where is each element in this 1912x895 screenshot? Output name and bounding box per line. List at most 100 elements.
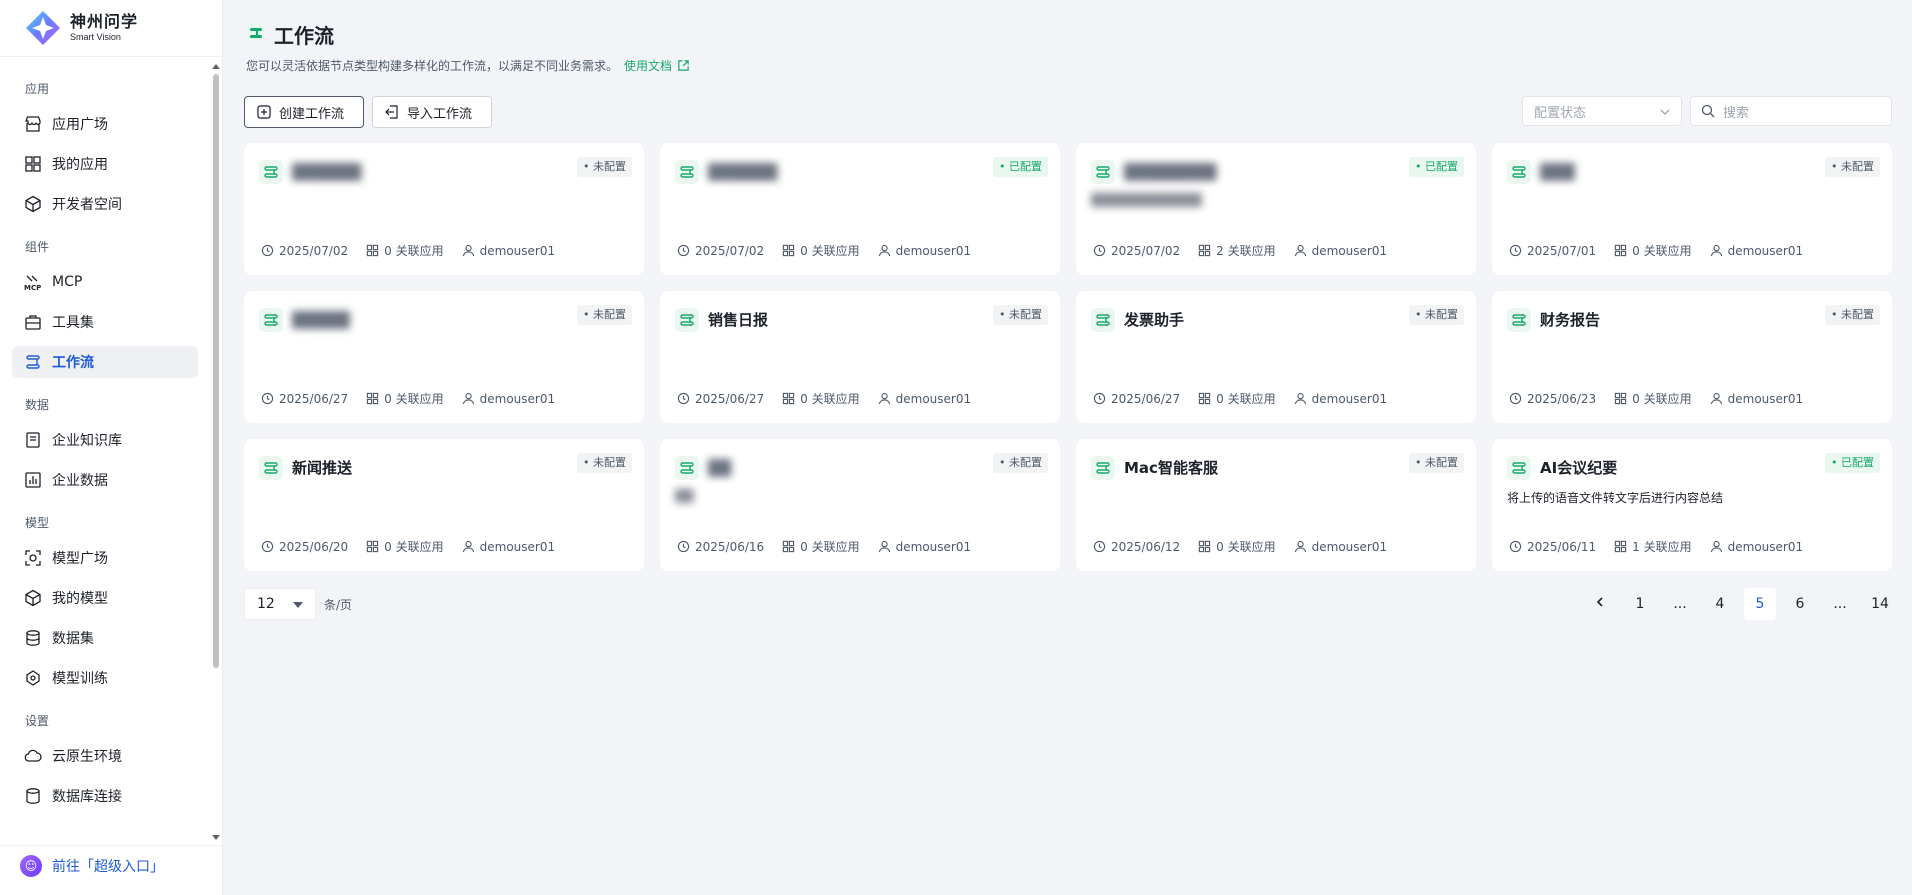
workflow-name: 销售日报	[708, 311, 769, 329]
workflow-meta: 2025/06/20 0 关联应用 demouser01	[261, 538, 573, 555]
main-content: 工作流 您可以灵活依据节点类型构建多样化的工作流，以满足不同业务需求。 使用文档…	[224, 0, 1912, 895]
apps-icon	[367, 540, 379, 553]
page-ellipsis[interactable]: ...	[1664, 588, 1696, 620]
workflow-card[interactable]: AI会议纪要 将上传的语音文件转文字后进行内容总结 • 已配置 2025/06/11 1…	[1492, 439, 1892, 571]
sidebar-item-cloud[interactable]: 云原生环境	[12, 740, 198, 772]
page-ellipsis[interactable]: ...	[1824, 588, 1856, 620]
create-workflow-button[interactable]: 创建工作流	[244, 96, 364, 128]
workflow-meta: 2025/06/27 0 关联应用 demouser01	[261, 390, 573, 407]
workflow-card[interactable]: ██████ • 未配置 2025/07/02 0 关联应用 demouser01	[244, 143, 644, 275]
user-icon	[1710, 393, 1722, 405]
apps-icon	[367, 392, 379, 405]
meta-user: demouser01	[878, 244, 971, 258]
apps-icon	[367, 244, 379, 257]
sidebar-item-label: 工作流	[52, 355, 94, 371]
import-workflow-button[interactable]: 导入工作流	[372, 96, 492, 128]
meta-apps-text: 0 关联应用	[384, 540, 444, 554]
sidebar-item-database[interactable]: 数据集	[12, 622, 198, 654]
scroll-down-arrow-icon[interactable]	[212, 835, 220, 840]
workflow-card[interactable]: ████████ ████████████ • 已配置 2025/07/02 2 关联应…	[1076, 143, 1476, 275]
page-title: 工作流	[274, 24, 334, 48]
meta-date: 2025/06/27	[261, 392, 348, 406]
meta-apps: 0 关联应用	[782, 390, 860, 407]
page-size-select[interactable]: 12	[244, 588, 316, 620]
logo[interactable]: 神州问学 Smart Vision	[0, 0, 222, 57]
workflow-card[interactable]: 销售日报 • 未配置 2025/06/27 0 关联应用 demouser01	[660, 291, 1060, 423]
workflow-meta: 2025/06/23 0 关联应用 demouser01	[1509, 390, 1821, 407]
meta-date-text: 2025/07/01	[1527, 243, 1597, 258]
database-icon	[24, 629, 42, 647]
status-badge: • 未配置	[1825, 305, 1880, 325]
workflow-card[interactable]: 发票助手 • 未配置 2025/06/27 0 关联应用 demouser01	[1076, 291, 1476, 423]
sidebar-item-model-square[interactable]: 模型广场	[12, 542, 198, 574]
sidebar-item-book[interactable]: 企业知识库	[12, 424, 198, 456]
scroll-up-arrow-icon[interactable]	[212, 64, 220, 69]
external-link-icon	[678, 60, 689, 71]
workflow-meta: 2025/07/02 0 关联应用 demouser01	[677, 242, 989, 259]
sidebar-item-mcp[interactable]: MCP MCP	[12, 266, 198, 298]
meta-date-text: 2025/07/02	[1111, 243, 1181, 258]
sidebar-scrollbar[interactable]	[210, 58, 222, 844]
clock-icon	[261, 244, 274, 257]
workflow-card[interactable]: Mac智能客服 • 未配置 2025/06/12 0 关联应用 demouser01	[1076, 439, 1476, 571]
sidebar-item-grid[interactable]: 我的应用	[12, 148, 198, 180]
page-5[interactable]: 5	[1744, 588, 1776, 620]
nav-group: 数据 企业知识库 企业数据	[0, 394, 210, 496]
meta-apps: 0 关联应用	[1198, 538, 1276, 555]
workflow-icon	[259, 456, 283, 480]
mcp-icon: MCP	[24, 273, 42, 291]
meta-apps: 0 关联应用	[366, 390, 444, 407]
sidebar-item-store[interactable]: 应用广场	[12, 108, 198, 140]
nav-group: 组件 MCP MCP 工具集 工作流	[0, 236, 210, 378]
page-4[interactable]: 4	[1704, 588, 1736, 620]
meta-date: 2025/06/27	[677, 392, 764, 406]
sidebar-item-workflow[interactable]: 工作流	[12, 346, 198, 378]
workflow-icon	[1507, 308, 1531, 332]
sidebar-item-toolbox[interactable]: 工具集	[12, 306, 198, 338]
prev-page-button[interactable]	[1584, 588, 1616, 620]
sidebar-item-label: 企业数据	[52, 473, 108, 489]
sidebar-item-box[interactable]: 我的模型	[12, 582, 198, 614]
workflow-name: 发票助手	[1124, 311, 1185, 329]
meta-user-text: demouser01	[1311, 391, 1388, 406]
workflow-icon	[1507, 160, 1531, 184]
meta-apps-text: 0 关联应用	[800, 392, 860, 406]
doc-link-label: 使用文档	[624, 59, 673, 73]
next-page-button[interactable]	[1904, 588, 1912, 620]
meta-date-text: 2025/06/20	[279, 539, 349, 554]
grid-icon	[24, 155, 42, 173]
sidebar-item-chart[interactable]: 企业数据	[12, 464, 198, 496]
apps-icon	[1199, 244, 1211, 257]
page-header: 工作流	[246, 20, 334, 49]
meta-date: 2025/07/02	[261, 244, 348, 258]
workflow-card[interactable]: ██ ██ • 未配置 2025/06/16 0 关联应用 demouser01	[660, 439, 1060, 571]
clock-icon	[1093, 392, 1106, 405]
sidebar-item-cube[interactable]: 开发者空间	[12, 188, 198, 220]
cube-icon	[24, 195, 42, 213]
workflow-card[interactable]: ██████ • 已配置 2025/07/02 0 关联应用 demouser01	[660, 143, 1060, 275]
page-6[interactable]: 6	[1784, 588, 1816, 620]
super-entry-link[interactable]: ☺ 前往「超级入口」	[0, 845, 222, 885]
scroll-thumb[interactable]	[213, 74, 219, 668]
workflow-card[interactable]: 新闻推送 • 未配置 2025/06/20 0 关联应用 demouser01	[244, 439, 644, 571]
user-icon	[1710, 541, 1722, 553]
apps-icon	[1199, 540, 1211, 553]
workflow-icon	[675, 456, 699, 480]
status-select[interactable]: 配置状态	[1522, 96, 1682, 126]
page-14[interactable]: 14	[1864, 588, 1896, 620]
sidebar-item-db-connect[interactable]: 数据库连接	[12, 780, 198, 812]
workflow-card[interactable]: 财务报告 • 未配置 2025/06/23 0 关联应用 demouser01	[1492, 291, 1892, 423]
sidebar-item-training[interactable]: 模型训练	[12, 662, 198, 694]
workflow-card[interactable]: █████ • 未配置 2025/06/27 0 关联应用 demouser01	[244, 291, 644, 423]
meta-user-text: demouser01	[1727, 391, 1804, 406]
meta-date: 2025/06/27	[1093, 392, 1180, 406]
page-1[interactable]: 1	[1624, 588, 1656, 620]
workflow-description: ██	[675, 489, 694, 503]
doc-link[interactable]: 使用文档	[624, 57, 690, 74]
meta-user-text: demouser01	[1311, 243, 1388, 258]
import-icon	[385, 105, 399, 119]
workflow-meta: 2025/06/11 1 关联应用 demouser01	[1509, 538, 1821, 555]
meta-user: demouser01	[878, 392, 971, 406]
workflow-card[interactable]: ███ • 未配置 2025/07/01 0 关联应用 demouser01	[1492, 143, 1892, 275]
search-input[interactable]: 搜索	[1690, 96, 1892, 126]
